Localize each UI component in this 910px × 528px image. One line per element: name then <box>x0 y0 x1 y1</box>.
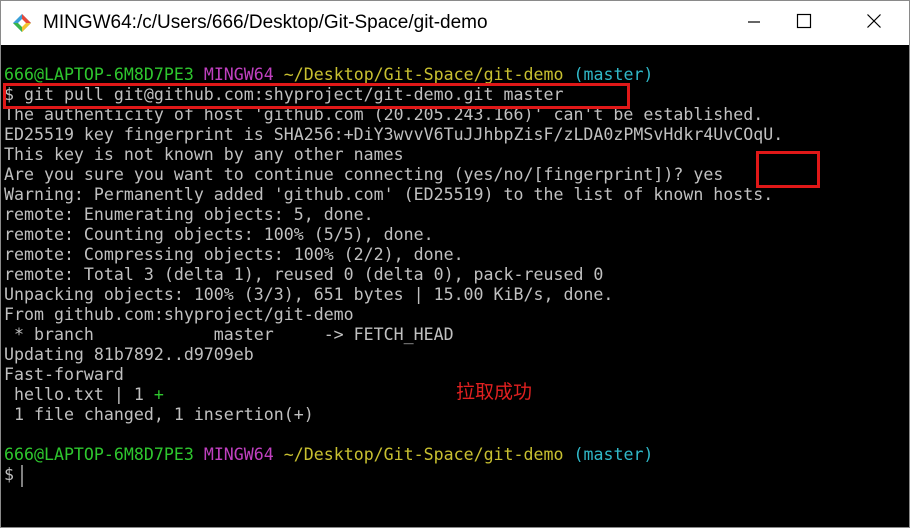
prompt-user: 666@LAPTOP-6M8D7PE3 <box>4 65 194 84</box>
output-line: Warning: Permanently added 'github.com' … <box>4 185 774 204</box>
maximize-button[interactable] <box>781 1 827 45</box>
confirm-answer: yes <box>693 165 724 184</box>
terminal-output[interactable]: 666@LAPTOP-6M8D7PE3 MINGW64 ~/Desktop/Gi… <box>1 45 891 527</box>
output-line: ED25519 key fingerprint is SHA256:+DiY3w… <box>4 125 784 144</box>
output-line: Updating 81b7892..d9709eb <box>4 345 254 364</box>
output-line: From github.com:shyproject/git-demo <box>4 305 354 324</box>
output-line: Unpacking objects: 100% (3/3), 651 bytes… <box>4 285 614 304</box>
output-line: remote: Counting objects: 100% (5/5), do… <box>4 225 434 244</box>
close-icon <box>866 13 882 33</box>
minimize-icon <box>747 14 761 33</box>
prompt-line: 666@LAPTOP-6M8D7PE3 MINGW64 ~/Desktop/Gi… <box>4 445 653 465</box>
scrollbar[interactable] <box>891 45 909 527</box>
diffstat-line: hello.txt | 1 + <box>4 385 164 405</box>
confirm-question: Are you sure you want to continue connec… <box>4 165 684 184</box>
text-cursor <box>21 465 23 487</box>
output-line: The authenticity of host 'github.com (20… <box>4 105 764 124</box>
window-title: MINGW64:/c/Users/666/Desktop/Git-Space/g… <box>43 12 488 33</box>
title-bar[interactable]: MINGW64:/c/Users/666/Desktop/Git-Space/g… <box>1 1 909 45</box>
output-line: * branch master -> FETCH_HEAD <box>4 325 454 344</box>
output-line: This key is not known by any other names <box>4 145 404 164</box>
prompt-line: 666@LAPTOP-6M8D7PE3 MINGW64 ~/Desktop/Gi… <box>4 65 653 85</box>
minimize-button[interactable] <box>731 1 777 45</box>
close-button[interactable] <box>851 1 897 45</box>
prompt-branch: (master) <box>573 445 654 464</box>
output-line: remote: Total 3 (delta 1), reused 0 (del… <box>4 265 604 284</box>
prompt-env: MINGW64 <box>203 445 274 464</box>
terminal-window: MINGW64:/c/Users/666/Desktop/Git-Space/g… <box>0 0 910 528</box>
output-line: remote: Compressing objects: 100% (2/2),… <box>4 245 464 264</box>
prompt-branch: (master) <box>573 65 654 84</box>
maximize-icon <box>796 13 812 33</box>
annotation-label: 拉取成功 <box>456 381 533 403</box>
confirm-line: Are you sure you want to continue connec… <box>4 165 723 185</box>
prompt-path: ~/Desktop/Git-Space/git-demo <box>283 65 564 84</box>
prompt-env: MINGW64 <box>203 65 274 84</box>
diffstat-plus: + <box>153 385 164 404</box>
output-line: Fast-forward <box>4 365 124 384</box>
input-prompt[interactable]: $ <box>4 465 14 485</box>
command-line: $ git pull git@github.com:shyproject/git… <box>4 85 564 104</box>
diffstat-file: hello.txt | 1 <box>4 385 154 404</box>
mingw-diamond-icon <box>13 14 31 32</box>
prompt-user: 666@LAPTOP-6M8D7PE3 <box>4 445 194 464</box>
prompt-path: ~/Desktop/Git-Space/git-demo <box>283 445 564 464</box>
output-line: remote: Enumerating objects: 5, done. <box>4 205 374 224</box>
summary-line: 1 file changed, 1 insertion(+) <box>4 405 314 424</box>
scrollbar-thumb[interactable] <box>895 71 905 519</box>
